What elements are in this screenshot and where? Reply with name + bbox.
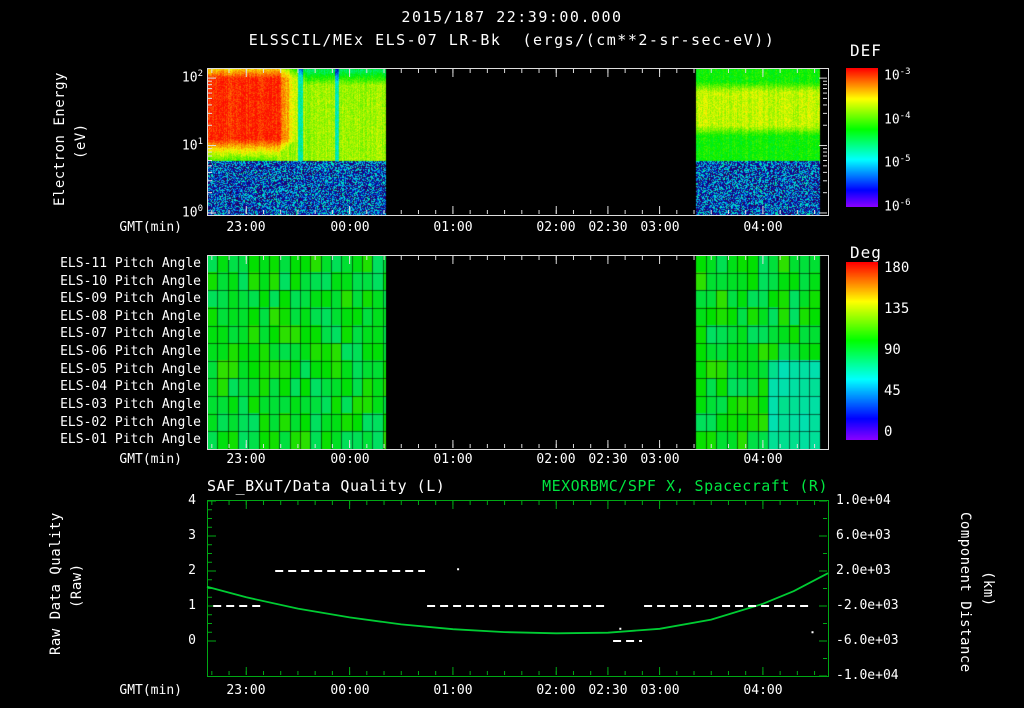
pitch-row-label: ELS-10 Pitch Angle [36, 274, 201, 289]
p3-x-axis-label: GMT(min) [92, 683, 182, 698]
distance-y-label: Component Distance [957, 512, 973, 673]
p3-x-tick-label: 03:00 [640, 683, 679, 698]
p2-x-axis-label: GMT(min) [92, 452, 182, 467]
p3-right-tick-label: -2.0e+03 [836, 598, 899, 613]
pitch-row-label: ELS-01 Pitch Angle [36, 432, 201, 447]
p1-x-tick-label: 02:30 [588, 220, 627, 235]
data-quality-point [457, 568, 459, 570]
pitch-row-label: ELS-02 Pitch Angle [36, 415, 201, 430]
spacecraft-x-series-title: MEXORBMC/SPF X, Spacecraft (R) [428, 477, 828, 495]
pitch-row-label: ELS-04 Pitch Angle [36, 379, 201, 394]
p3-right-tick-label: 6.0e+03 [836, 528, 891, 543]
p2-x-tick-label: 02:30 [588, 452, 627, 467]
p3-x-tick-label: 00:00 [330, 683, 369, 698]
quality-y-label: Raw Data Quality [48, 512, 64, 655]
pitch-row-label: ELS-11 Pitch Angle [36, 256, 201, 271]
p1-y-tick-label: 101 [143, 137, 203, 153]
def-colorbar-tick-label: 10-5 [884, 154, 911, 170]
p3-left-tick-label: 2 [156, 563, 196, 578]
def-colorbar-tick-label: 10-3 [884, 67, 911, 83]
p1-x-tick-label: 01:00 [433, 220, 472, 235]
plot-frame [208, 256, 829, 450]
deg-colorbar-tick-label: 45 [884, 383, 901, 399]
deg-colorbar-title: Deg [850, 243, 882, 262]
p3-left-tick-label: 1 [156, 598, 196, 613]
def-colorbar-title: DEF [850, 41, 882, 60]
data-quality-series-title: SAF_BXuT/Data Quality (L) [207, 477, 445, 495]
p2-x-tick-label: 01:00 [433, 452, 472, 467]
p2-x-tick-label: 03:00 [640, 452, 679, 467]
data-quality-point [619, 628, 621, 630]
p1-x-axis-label: GMT(min) [92, 220, 182, 235]
p1-x-tick-label: 02:00 [536, 220, 575, 235]
p1-x-tick-label: 04:00 [743, 220, 782, 235]
p2-x-tick-label: 00:00 [330, 452, 369, 467]
p1-x-tick-label: 00:00 [330, 220, 369, 235]
spacecraft-x-curve [207, 573, 828, 633]
spectrogram-y-label: Electron Energy [52, 72, 68, 206]
p3-right-tick-label: -6.0e+03 [836, 633, 899, 648]
p3-x-tick-label: 02:30 [588, 683, 627, 698]
deg-colorbar-tick-label: 180 [884, 260, 909, 276]
p2-x-tick-label: 23:00 [226, 452, 265, 467]
def-colorbar-tick-label: 10-4 [884, 111, 911, 127]
pitch-row-label: ELS-06 Pitch Angle [36, 344, 201, 359]
p2-x-tick-label: 04:00 [743, 452, 782, 467]
pitch-row-label: ELS-08 Pitch Angle [36, 309, 201, 324]
deg-colorbar-tick-label: 90 [884, 342, 901, 358]
p3-right-tick-label: 2.0e+03 [836, 563, 891, 578]
quality-y-units: (Raw) [69, 563, 85, 608]
def-colorbar-tick-label: 10-6 [884, 198, 911, 214]
deg-colorbar-tick-label: 135 [884, 301, 909, 317]
p3-x-tick-label: 04:00 [743, 683, 782, 698]
pitch-row-label: ELS-03 Pitch Angle [36, 397, 201, 412]
p3-right-tick-label: -1.0e+04 [836, 668, 899, 683]
p3-x-tick-label: 23:00 [226, 683, 265, 698]
p3-left-tick-label: 4 [156, 493, 196, 508]
distance-y-units: (km) [980, 571, 996, 607]
plot-frame [208, 501, 829, 677]
deg-colorbar-tick-label: 0 [884, 424, 892, 440]
p1-x-tick-label: 23:00 [226, 220, 265, 235]
p3-left-tick-label: 0 [156, 633, 196, 648]
p3-x-tick-label: 01:00 [433, 683, 472, 698]
pitch-row-label: ELS-05 Pitch Angle [36, 362, 201, 377]
pitch-row-label: ELS-09 Pitch Angle [36, 291, 201, 306]
p2-x-tick-label: 02:00 [536, 452, 575, 467]
p3-left-tick-label: 3 [156, 528, 196, 543]
p1-x-tick-label: 03:00 [640, 220, 679, 235]
data-quality-point [812, 631, 814, 633]
plot-page: 2015/187 22:39:00.000 ELSSCIL/MEx ELS-07… [0, 0, 1024, 708]
datetime-title: 2015/187 22:39:00.000 [0, 8, 1024, 26]
p3-right-tick-label: 1.0e+04 [836, 493, 891, 508]
p3-x-tick-label: 02:00 [536, 683, 575, 698]
plot-frame [208, 69, 829, 216]
spectrogram-y-units: (eV) [73, 123, 89, 159]
p1-y-tick-label: 102 [143, 69, 203, 85]
p1-y-tick-label: 100 [143, 204, 203, 220]
pitch-row-label: ELS-07 Pitch Angle [36, 326, 201, 341]
